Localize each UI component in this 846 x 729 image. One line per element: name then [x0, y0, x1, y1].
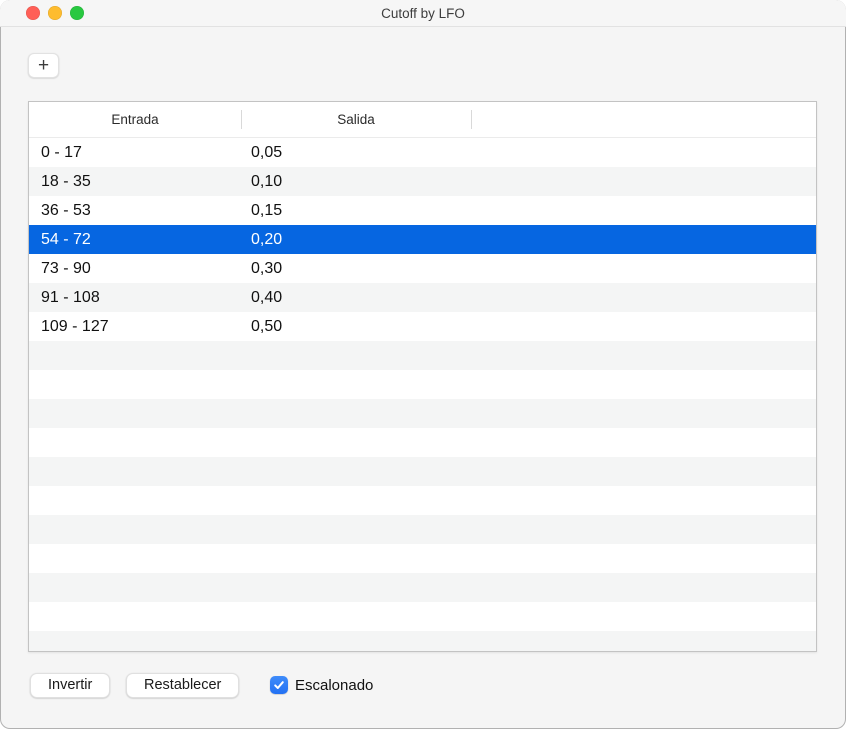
table-row-empty[interactable]: [29, 573, 816, 602]
entrada-cell[interactable]: 0 - 17: [29, 138, 241, 167]
entrada-cell: [29, 457, 241, 486]
salida-cell[interactable]: 0,30: [241, 254, 471, 283]
table-row[interactable]: 36 - 53 0,15: [29, 196, 816, 225]
entrada-cell[interactable]: 36 - 53: [29, 196, 241, 225]
entrada-cell[interactable]: 109 - 127: [29, 312, 241, 341]
table-row-empty[interactable]: [29, 399, 816, 428]
entrada-cell: [29, 399, 241, 428]
salida-cell[interactable]: 0,15: [241, 196, 471, 225]
table-row-empty[interactable]: [29, 370, 816, 399]
entrada-cell[interactable]: 18 - 35: [29, 167, 241, 196]
invert-button[interactable]: Invertir: [30, 672, 111, 698]
table-row-empty[interactable]: [29, 631, 816, 651]
entrada-cell: [29, 370, 241, 399]
salida-cell: [241, 515, 471, 544]
entrada-cell: [29, 544, 241, 573]
salida-cell: [241, 544, 471, 573]
salida-cell[interactable]: 0,50: [241, 312, 471, 341]
salida-cell: [241, 631, 471, 651]
salida-cell: [241, 602, 471, 631]
reset-button[interactable]: Restablecer: [126, 672, 240, 698]
table-row[interactable]: 91 - 108 0,40: [29, 283, 816, 312]
entrada-cell: [29, 573, 241, 602]
titlebar: Cutoff by LFO: [0, 0, 846, 27]
salida-cell[interactable]: 0,40: [241, 283, 471, 312]
salida-cell: [241, 428, 471, 457]
entrada-cell: [29, 486, 241, 515]
transform-table: Entrada Salida 0 - 17 0,05 18 - 35 0,10 36 -…: [28, 101, 817, 652]
plus-icon: +: [37, 55, 50, 76]
salida-cell[interactable]: 0,20: [241, 225, 471, 254]
salida-cell: [241, 457, 471, 486]
table-row-empty[interactable]: [29, 515, 816, 544]
table-header: Entrada Salida: [29, 102, 816, 138]
table-row[interactable]: 18 - 35 0,10: [29, 167, 816, 196]
window: Cutoff by LFO + Entrada Salida 0 - 17 0,0…: [0, 0, 846, 729]
footer-controls: Invertir Restablecer Escalonado: [0, 672, 846, 698]
entrada-cell: [29, 341, 241, 370]
add-row-button[interactable]: +: [28, 53, 59, 78]
salida-cell: [241, 370, 471, 399]
entrada-cell: [29, 428, 241, 457]
stepped-checkbox-label[interactable]: Escalonado: [295, 677, 373, 694]
column-divider: [471, 110, 472, 129]
entrada-cell: [29, 631, 241, 651]
salida-cell: [241, 341, 471, 370]
table-row-empty[interactable]: [29, 486, 816, 515]
salida-cell: [241, 486, 471, 515]
column-header-entrada[interactable]: Entrada: [29, 102, 241, 137]
salida-cell: [241, 573, 471, 602]
table-row[interactable]: 73 - 90 0,30: [29, 254, 816, 283]
entrada-cell[interactable]: 73 - 90: [29, 254, 241, 283]
entrada-cell[interactable]: 54 - 72: [29, 225, 241, 254]
table-row[interactable]: 54 - 72 0,20: [29, 225, 816, 254]
table-row[interactable]: 0 - 17 0,05: [29, 138, 816, 167]
salida-cell[interactable]: 0,10: [241, 167, 471, 196]
table-row-empty[interactable]: [29, 544, 816, 573]
entrada-cell: [29, 602, 241, 631]
stepped-checkbox-group: Escalonado: [270, 672, 373, 698]
check-icon: [274, 681, 284, 689]
salida-cell: [241, 399, 471, 428]
checkbox-checked[interactable]: [270, 676, 288, 694]
table-row-empty[interactable]: [29, 428, 816, 457]
table-body: 0 - 17 0,05 18 - 35 0,10 36 - 53 0,15 54 - 72 0…: [29, 138, 816, 651]
table-row-empty[interactable]: [29, 457, 816, 486]
table-row[interactable]: 109 - 127 0,50: [29, 312, 816, 341]
table-row-empty[interactable]: [29, 341, 816, 370]
salida-cell[interactable]: 0,05: [241, 138, 471, 167]
column-divider: [241, 110, 242, 129]
window-title: Cutoff by LFO: [381, 5, 465, 21]
column-header-salida[interactable]: Salida: [241, 102, 471, 137]
table-row-empty[interactable]: [29, 602, 816, 631]
entrada-cell: [29, 515, 241, 544]
entrada-cell[interactable]: 91 - 108: [29, 283, 241, 312]
